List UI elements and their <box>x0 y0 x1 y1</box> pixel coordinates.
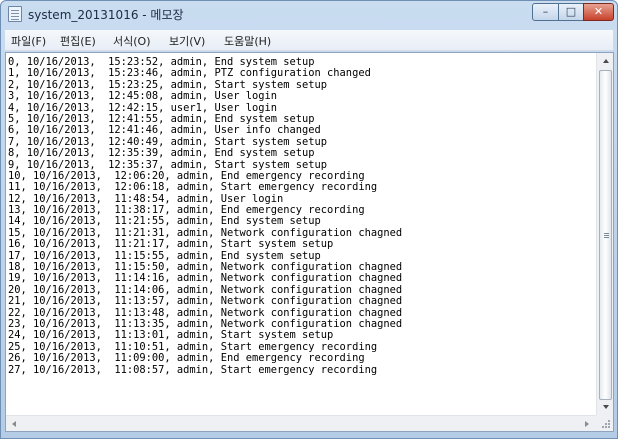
resize-grip-icon <box>605 423 607 425</box>
vertical-scroll-thumb[interactable] <box>599 70 612 400</box>
text-line: 8, 10/16/2013, 12:35:39, admin, End syst… <box>8 147 315 160</box>
grip-icon <box>604 233 609 234</box>
resize-grip[interactable] <box>596 415 613 431</box>
vertical-scrollbar[interactable] <box>596 53 613 415</box>
notepad-icon <box>8 6 22 22</box>
horizontal-scroll-track[interactable] <box>23 417 579 430</box>
text-line: 11, 10/16/2013, 12:06:18, admin, Start e… <box>8 181 378 194</box>
maximize-button[interactable]: □ <box>558 3 584 21</box>
menu-help[interactable]: 도움말(H) <box>224 33 271 49</box>
text-line: 21, 10/16/2013, 11:13:57, admin, Network… <box>8 295 403 308</box>
text-line: 26, 10/16/2013, 11:09:00, admin, End eme… <box>8 352 365 365</box>
title-bar[interactable]: system_20131016 - 메모장 – □ ✕ <box>1 1 617 27</box>
text-editor[interactable]: 0, 10/16/2013, 15:23:52, admin, End syst… <box>5 52 614 432</box>
menu-view[interactable]: 보기(V) <box>169 33 205 49</box>
scroll-left-arrow-icon[interactable] <box>12 421 16 427</box>
text-line: 27, 10/16/2013, 11:08:57, admin, Start e… <box>8 363 378 376</box>
close-button[interactable]: ✕ <box>583 3 614 21</box>
menu-bar: 파일(F) 편집(E) 서식(O) 보기(V) 도움말(H) <box>5 30 613 51</box>
horizontal-scrollbar[interactable] <box>6 415 596 431</box>
text-line: 3, 10/16/2013, 12:45:08, admin, User log… <box>8 90 277 103</box>
text-content[interactable]: 0, 10/16/2013, 15:23:52, admin, End syst… <box>8 57 592 415</box>
notepad-window: system_20131016 - 메모장 – □ ✕ 파일(F) 편집(E) … <box>0 0 618 439</box>
menu-edit[interactable]: 편집(E) <box>60 33 96 49</box>
window-title: system_20131016 - 메모장 <box>28 8 184 22</box>
scroll-right-arrow-icon[interactable] <box>585 421 589 427</box>
scroll-up-arrow-icon[interactable] <box>603 59 609 63</box>
text-line: 16, 10/16/2013, 11:21:17, admin, Start s… <box>8 238 334 251</box>
scroll-down-arrow-icon[interactable] <box>603 405 609 409</box>
menu-format[interactable]: 서식(O) <box>113 33 150 49</box>
menu-file[interactable]: 파일(F) <box>11 33 46 49</box>
minimize-button[interactable]: – <box>532 3 559 21</box>
